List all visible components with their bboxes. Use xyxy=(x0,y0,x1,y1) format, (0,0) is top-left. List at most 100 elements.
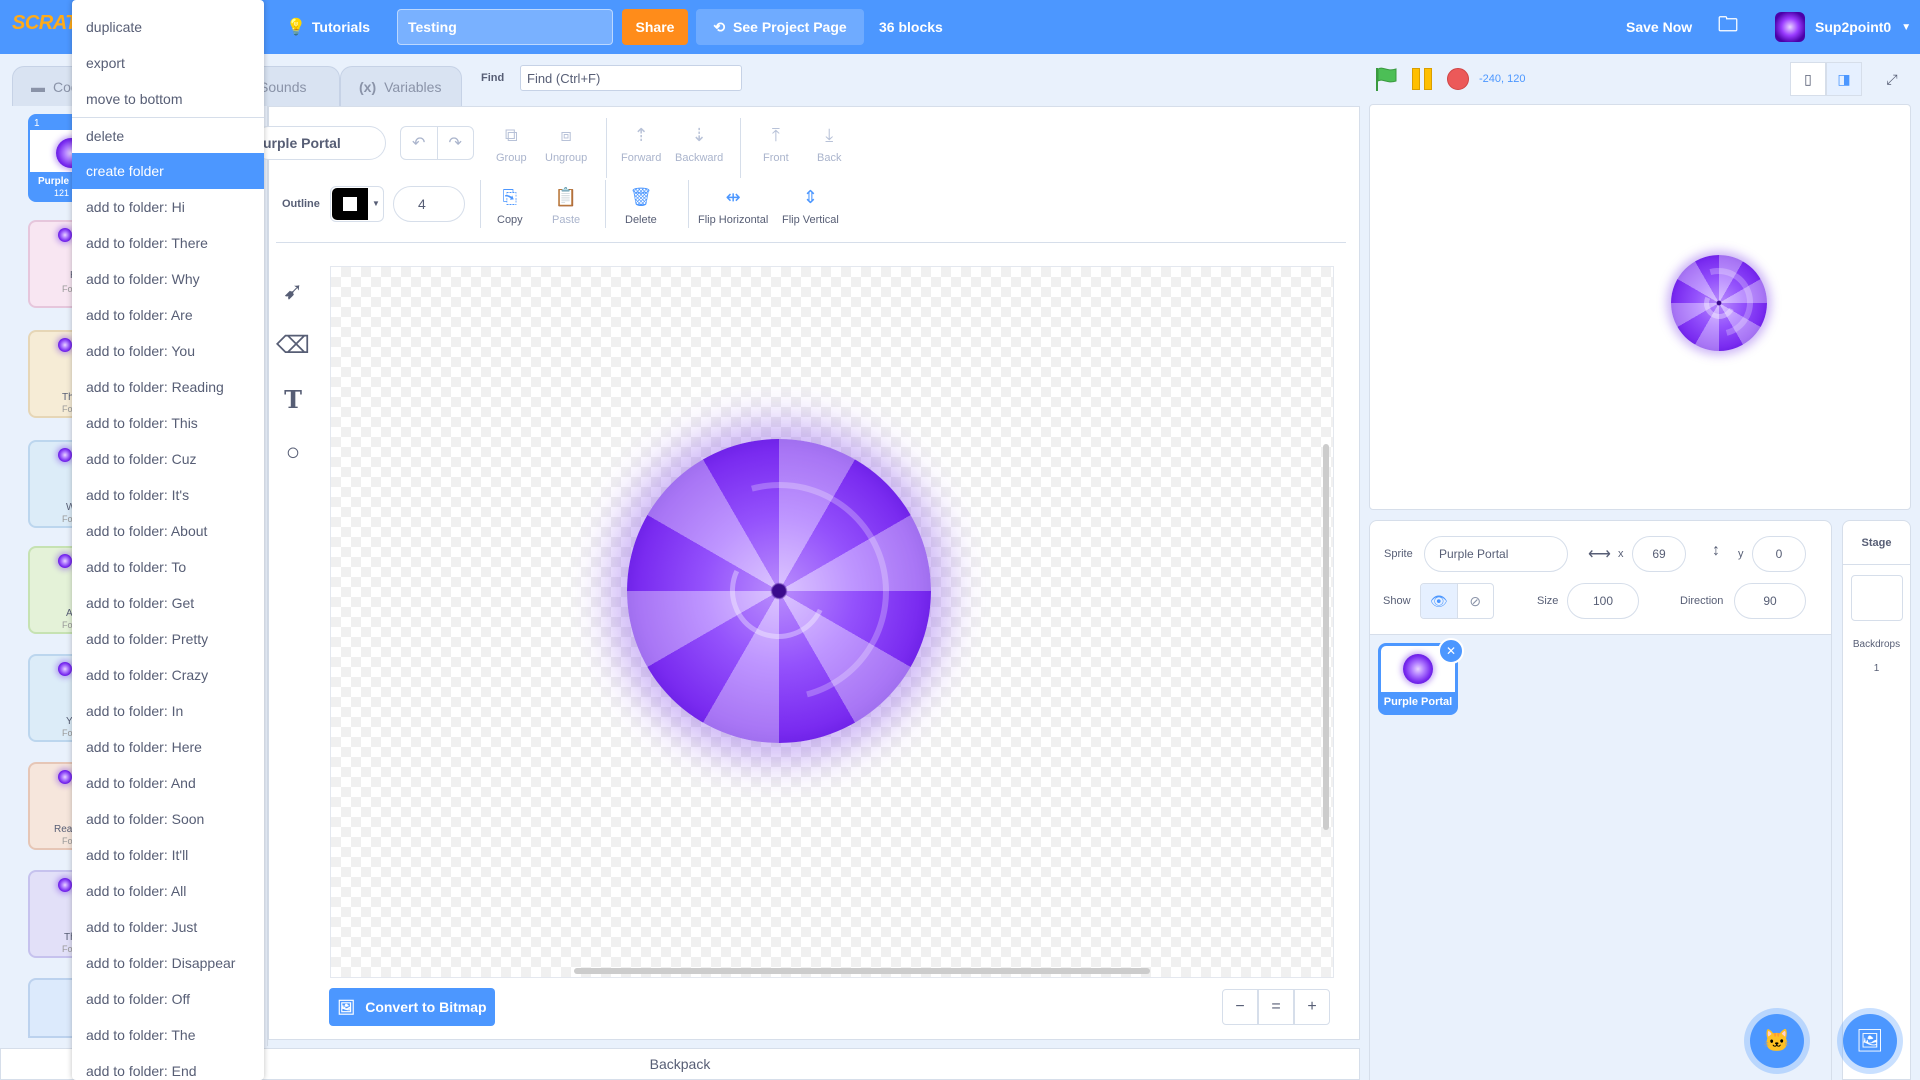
stop-icon[interactable] xyxy=(1447,68,1469,90)
menu-item-add-to-folder-about[interactable]: add to folder: About xyxy=(72,513,264,549)
vertical-scrollbar[interactable] xyxy=(1323,444,1329,830)
size-input[interactable]: 100 xyxy=(1567,583,1639,619)
tutorials-button[interactable]: 💡 Tutorials xyxy=(286,0,370,54)
menu-item-add-to-folder-cuz[interactable]: add to folder: Cuz xyxy=(72,441,264,477)
eye-hidden-icon[interactable]: ⊘ xyxy=(1458,584,1494,618)
direction-input[interactable]: 90 xyxy=(1734,583,1806,619)
menu-item-add-to-folder-soon[interactable]: add to folder: Soon xyxy=(72,801,264,837)
outline-color-picker[interactable]: ▼ xyxy=(330,186,384,222)
menu-item-add-to-folder-it-ll[interactable]: add to folder: It'll xyxy=(72,837,264,873)
menu-item-add-to-folder-disappear[interactable]: add to folder: Disappear xyxy=(72,945,264,981)
undo-icon[interactable]: ↶ xyxy=(401,127,438,159)
forward-button[interactable]: ⇡ Forward xyxy=(621,124,661,165)
menu-item-add-to-folder-get[interactable]: add to folder: Get xyxy=(72,585,264,621)
circle-tool-icon[interactable]: ○ xyxy=(276,436,310,470)
eye-icon[interactable]: 👁 xyxy=(1421,584,1458,618)
stage[interactable] xyxy=(1369,104,1911,510)
backward-icon: ⇣ xyxy=(691,124,707,145)
menu-item-add-to-folder-hi[interactable]: add to folder: Hi xyxy=(72,189,264,225)
project-page-icon: ⟲ xyxy=(713,18,726,35)
text-tool-icon[interactable]: T xyxy=(276,382,310,416)
backward-button[interactable]: ⇣ Backward xyxy=(675,124,723,165)
choose-sprite-icon[interactable]: 🐱 xyxy=(1750,1014,1804,1068)
tab-variables[interactable]: (x) Variables xyxy=(340,66,462,106)
flip-horizontal-button[interactable]: ⇹ Flip Horizontal xyxy=(698,186,768,227)
zoom-in-icon[interactable]: + xyxy=(1294,989,1330,1025)
find-input[interactable]: Find (Ctrl+F) xyxy=(520,65,742,91)
convert-to-bitmap-button[interactable]: 🖼 Convert to Bitmap xyxy=(329,988,495,1026)
menu-item-add-to-folder-to[interactable]: add to folder: To xyxy=(72,549,264,585)
back-button[interactable]: ⤓ Back xyxy=(817,124,841,165)
delete-button[interactable]: 🗑 Delete xyxy=(625,186,657,227)
ungroup-button[interactable]: ⧈ Ungroup xyxy=(545,124,587,165)
menu-item-add-to-folder-crazy[interactable]: add to folder: Crazy xyxy=(72,657,264,693)
portal-thumbnail xyxy=(58,770,72,784)
choose-backdrop-icon[interactable]: 🖼 xyxy=(1843,1014,1897,1068)
divider xyxy=(740,118,741,178)
menu-item-add-to-folder-and[interactable]: add to folder: And xyxy=(72,765,264,801)
menu-item-move-to-bottom[interactable]: move to bottom xyxy=(72,81,264,117)
fullscreen-icon[interactable]: ⤢ xyxy=(1874,62,1910,96)
outline-width-input[interactable]: 4 xyxy=(393,186,465,222)
stage-selector[interactable]: Stage Backdrops 1 xyxy=(1842,520,1911,1080)
copy-button[interactable]: ⎘ Copy xyxy=(497,186,523,227)
menu-item-add-to-folder-just[interactable]: add to folder: Just xyxy=(72,909,264,945)
menu-item-export[interactable]: export xyxy=(72,45,264,81)
redo-icon[interactable]: ↷ xyxy=(438,127,474,159)
zoom-out-icon[interactable]: − xyxy=(1222,989,1258,1025)
menu-item-add-to-folder-it-s[interactable]: add to folder: It's xyxy=(72,477,264,513)
menu-item-add-to-folder-this[interactable]: add to folder: This xyxy=(72,405,264,441)
menu-item-add-to-folder-here[interactable]: add to folder: Here xyxy=(72,729,264,765)
menu-item-add-to-folder-all[interactable]: add to folder: All xyxy=(72,873,264,909)
costume-name-input[interactable]: urple Portal xyxy=(252,126,386,160)
zoom-reset-icon[interactable]: = xyxy=(1258,989,1294,1025)
pause-icon[interactable] xyxy=(1412,68,1436,90)
large-stage-icon[interactable]: ◨ xyxy=(1826,62,1862,96)
small-stage-icon[interactable]: ▯ xyxy=(1790,62,1826,96)
see-project-page-button[interactable]: ⟲ See Project Page xyxy=(696,9,864,45)
divider xyxy=(606,118,607,178)
undo-redo-group: ↶ ↷ xyxy=(400,126,474,160)
folder-icon[interactable]: 🗀 xyxy=(1718,0,1738,54)
menu-item-add-to-folder-are[interactable]: add to folder: Are xyxy=(72,297,264,333)
save-now-button[interactable]: Save Now xyxy=(1626,0,1692,54)
menu-item-add-to-folder-there[interactable]: add to folder: There xyxy=(72,225,264,261)
horizontal-scrollbar[interactable] xyxy=(574,968,1150,974)
group-button[interactable]: ⧉ Group xyxy=(496,124,527,165)
menu-item-add-to-folder-the[interactable]: add to folder: The xyxy=(72,1017,264,1053)
menu-item-add-to-folder-end[interactable]: add to folder: End xyxy=(72,1053,264,1080)
menu-item-add-to-folder-in[interactable]: add to folder: In xyxy=(72,693,264,729)
menu-item-delete[interactable]: delete xyxy=(72,117,264,153)
account-menu[interactable]: Sup2point0 ▼ xyxy=(1775,0,1911,54)
menu-item-create-folder[interactable]: create folder xyxy=(72,153,264,189)
delete-sprite-icon[interactable]: ✕ xyxy=(1438,638,1464,664)
eraser-tool-icon[interactable]: ⌫ xyxy=(276,328,310,362)
share-button[interactable]: Share xyxy=(622,9,688,45)
flip-vertical-button[interactable]: ⇕ Flip Vertical xyxy=(782,186,839,227)
context-menu: duplicate export move to bottom delete creat… xyxy=(72,0,264,1080)
backdrops-label: Backdrops xyxy=(1852,639,1901,650)
sprite-name-input[interactable]: Purple Portal xyxy=(1424,536,1568,572)
divider xyxy=(480,180,481,228)
menu-item-add-to-folder-off[interactable]: add to folder: Off xyxy=(72,981,264,1017)
menu-item-add-to-folder-reading[interactable]: add to folder: Reading xyxy=(72,369,264,405)
stage-thumbnail[interactable] xyxy=(1851,575,1903,621)
project-title-input[interactable]: Testing xyxy=(397,9,613,45)
menu-item-add-to-folder-pretty[interactable]: add to folder: Pretty xyxy=(72,621,264,657)
portal-thumbnail xyxy=(58,662,72,676)
menu-item-add-to-folder-you[interactable]: add to folder: You xyxy=(72,333,264,369)
paint-canvas[interactable] xyxy=(330,266,1334,978)
reshape-tool-icon[interactable]: ➹ xyxy=(276,274,310,308)
menu-item-duplicate[interactable]: duplicate xyxy=(72,9,264,45)
ungroup-icon: ⧈ xyxy=(560,124,572,145)
y-input[interactable]: 0 xyxy=(1752,536,1806,572)
portal-image[interactable] xyxy=(627,439,931,743)
y-arrows-icon: ↕ xyxy=(1712,542,1720,559)
stage-sprite-portal[interactable] xyxy=(1671,255,1767,351)
menu-item-add-to-folder-why[interactable]: add to folder: Why xyxy=(72,261,264,297)
color-swatch xyxy=(332,188,368,220)
green-flag-icon[interactable] xyxy=(1374,66,1398,92)
front-button[interactable]: ⤒ Front xyxy=(763,124,789,165)
x-input[interactable]: 69 xyxy=(1632,536,1686,572)
paste-button[interactable]: 📋 Paste xyxy=(552,186,580,227)
